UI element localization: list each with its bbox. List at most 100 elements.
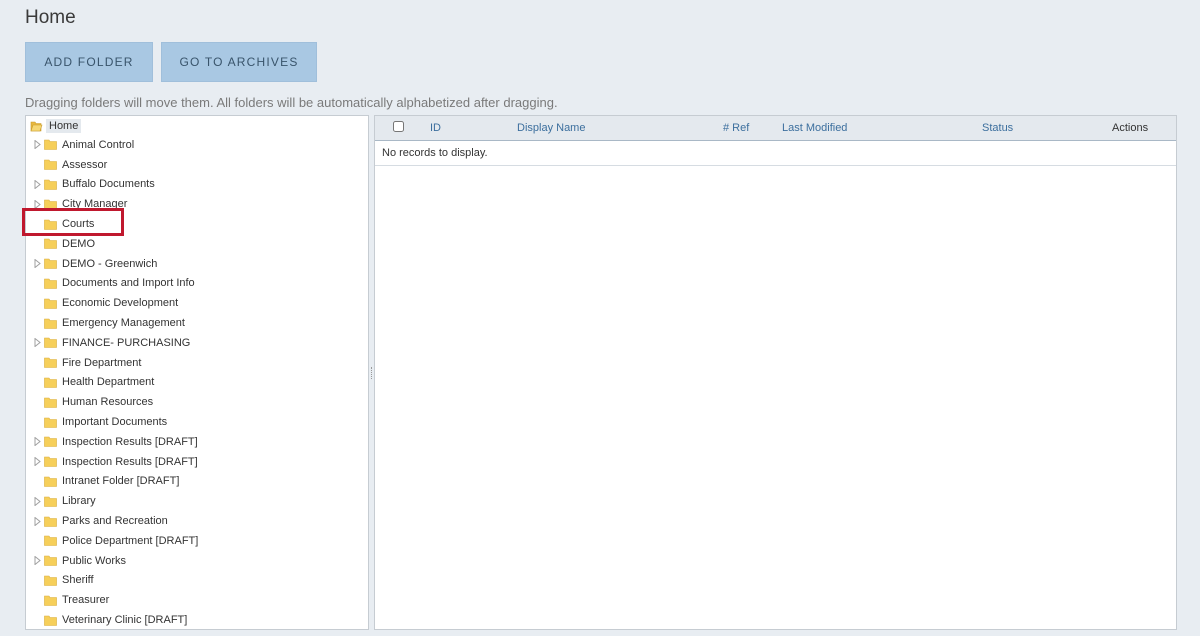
triangle-right-icon[interactable] — [32, 496, 43, 507]
tree-item-label: Health Department — [62, 376, 155, 389]
folder-icon — [44, 417, 57, 428]
splitter-grip — [370, 366, 373, 379]
folder-icon — [44, 615, 57, 626]
triangle-right-icon[interactable] — [32, 456, 43, 467]
tree-item-label: Fire Department — [62, 356, 142, 369]
folder-icon — [44, 258, 57, 269]
tree-item-label: City Manager — [62, 198, 128, 211]
tree-item[interactable]: Fire Department — [26, 353, 368, 373]
tree-item[interactable]: Courts — [26, 214, 368, 234]
tree-item-label: Buffalo Documents — [62, 178, 155, 191]
tree-item-label: Assessor — [62, 158, 108, 171]
tree-root-label: Home — [46, 119, 82, 133]
folder-icon — [44, 496, 57, 507]
tree-item[interactable]: Documents and Import Info — [26, 274, 368, 294]
folder-icon — [44, 318, 57, 329]
folder-icon — [44, 516, 57, 527]
folder-icon — [44, 555, 57, 566]
tree-item-label: Economic Development — [62, 297, 179, 310]
tree-item[interactable]: Buffalo Documents — [26, 175, 368, 195]
tree-item[interactable]: Assessor — [26, 155, 368, 175]
tree-item-label: FINANCE- PURCHASING — [62, 336, 191, 349]
triangle-right-icon[interactable] — [32, 436, 43, 447]
tree-item[interactable]: Economic Development — [26, 293, 368, 313]
go-to-archives-button[interactable]: GO TO ARCHIVES — [161, 42, 317, 82]
column-header-display-name[interactable]: Display Name — [517, 122, 585, 134]
tree-item[interactable]: Public Works — [26, 551, 368, 571]
tree-item[interactable]: Human Resources — [26, 392, 368, 412]
tree-item-label: Sheriff — [62, 574, 94, 587]
tree-item-label: Parks and Recreation — [62, 515, 168, 528]
triangle-right-icon[interactable] — [32, 258, 43, 269]
open-folder-icon — [30, 120, 43, 132]
folder-icon — [44, 357, 57, 368]
folder-icon — [44, 179, 57, 190]
triangle-right-icon[interactable] — [32, 516, 43, 527]
tree-item[interactable]: DEMO — [26, 234, 368, 254]
select-all-checkbox[interactable] — [393, 121, 404, 132]
folder-icon — [44, 337, 57, 349]
tree-item[interactable]: Inspection Results [DRAFT] — [26, 452, 368, 472]
tree-item-label: Documents and Import Info — [62, 277, 195, 290]
triangle-right-icon[interactable] — [32, 337, 43, 348]
tree-item[interactable]: Emergency Management — [26, 313, 368, 333]
tree-item[interactable]: Intranet Folder [DRAFT] — [26, 472, 368, 492]
tree-item-label: Veterinary Clinic [DRAFT] — [62, 614, 188, 627]
folder-icon — [44, 456, 57, 467]
folder-icon — [44, 377, 57, 388]
folder-icon — [44, 535, 57, 547]
toolbar: ADD FOLDER GO TO ARCHIVES — [25, 42, 317, 82]
tree-item[interactable]: Police Department [DRAFT] — [26, 531, 368, 551]
column-header-last-modified[interactable]: Last Modified — [782, 122, 847, 134]
no-records-message: No records to display. — [375, 141, 1176, 166]
folder-icon — [44, 298, 57, 309]
tree-item[interactable]: Parks and Recreation — [26, 511, 368, 531]
tree-item[interactable]: Animal Control — [26, 135, 368, 155]
add-folder-button[interactable]: ADD FOLDER — [25, 42, 153, 82]
column-header-ref[interactable]: # Ref — [723, 122, 749, 134]
tree-item-label: Treasurer — [62, 594, 110, 607]
folder-icon — [44, 219, 57, 230]
tree-item[interactable]: Health Department — [26, 373, 368, 393]
tree-item-label: Public Works — [62, 554, 126, 567]
tree-item-label: DEMO — [62, 237, 95, 250]
tree-item-label: Human Resources — [62, 396, 154, 409]
tree-item[interactable]: Treasurer — [26, 590, 368, 610]
triangle-right-icon[interactable] — [32, 199, 43, 210]
tree-item[interactable]: Veterinary Clinic [DRAFT] — [26, 610, 368, 629]
triangle-right-icon[interactable] — [32, 139, 43, 150]
tree-item[interactable]: City Manager — [26, 194, 368, 214]
tree-item-label: Important Documents — [62, 416, 168, 429]
folder-icon — [44, 476, 57, 487]
tree-root-home[interactable]: Home — [30, 117, 368, 135]
tree-item[interactable]: Library — [26, 491, 368, 511]
folder-icon — [44, 278, 57, 289]
tree-item[interactable]: Inspection Results [DRAFT] — [26, 432, 368, 452]
column-header-status[interactable]: Status — [982, 122, 1013, 134]
triangle-right-icon[interactable] — [32, 555, 43, 566]
folder-icon — [44, 575, 57, 586]
folder-tree-panel: Home Animal Control Assessor Buffalo Docum… — [25, 115, 369, 630]
tree-item[interactable]: FINANCE- PURCHASING — [26, 333, 368, 353]
page-title: Home — [25, 7, 76, 28]
tree-item-label: Animal Control — [62, 138, 135, 151]
tree-item[interactable]: Important Documents — [26, 412, 368, 432]
folder-icon — [44, 139, 57, 151]
triangle-right-icon[interactable] — [32, 179, 43, 190]
folder-icon — [44, 397, 57, 408]
tree-item[interactable]: Sheriff — [26, 571, 368, 591]
tree-item-label: Emergency Management — [62, 317, 185, 330]
column-header-id[interactable]: ID — [430, 122, 441, 134]
records-grid-panel: ID Display Name # Ref Last Modified Stat… — [374, 115, 1177, 630]
tree-item[interactable]: DEMO - Greenwich — [26, 254, 368, 274]
